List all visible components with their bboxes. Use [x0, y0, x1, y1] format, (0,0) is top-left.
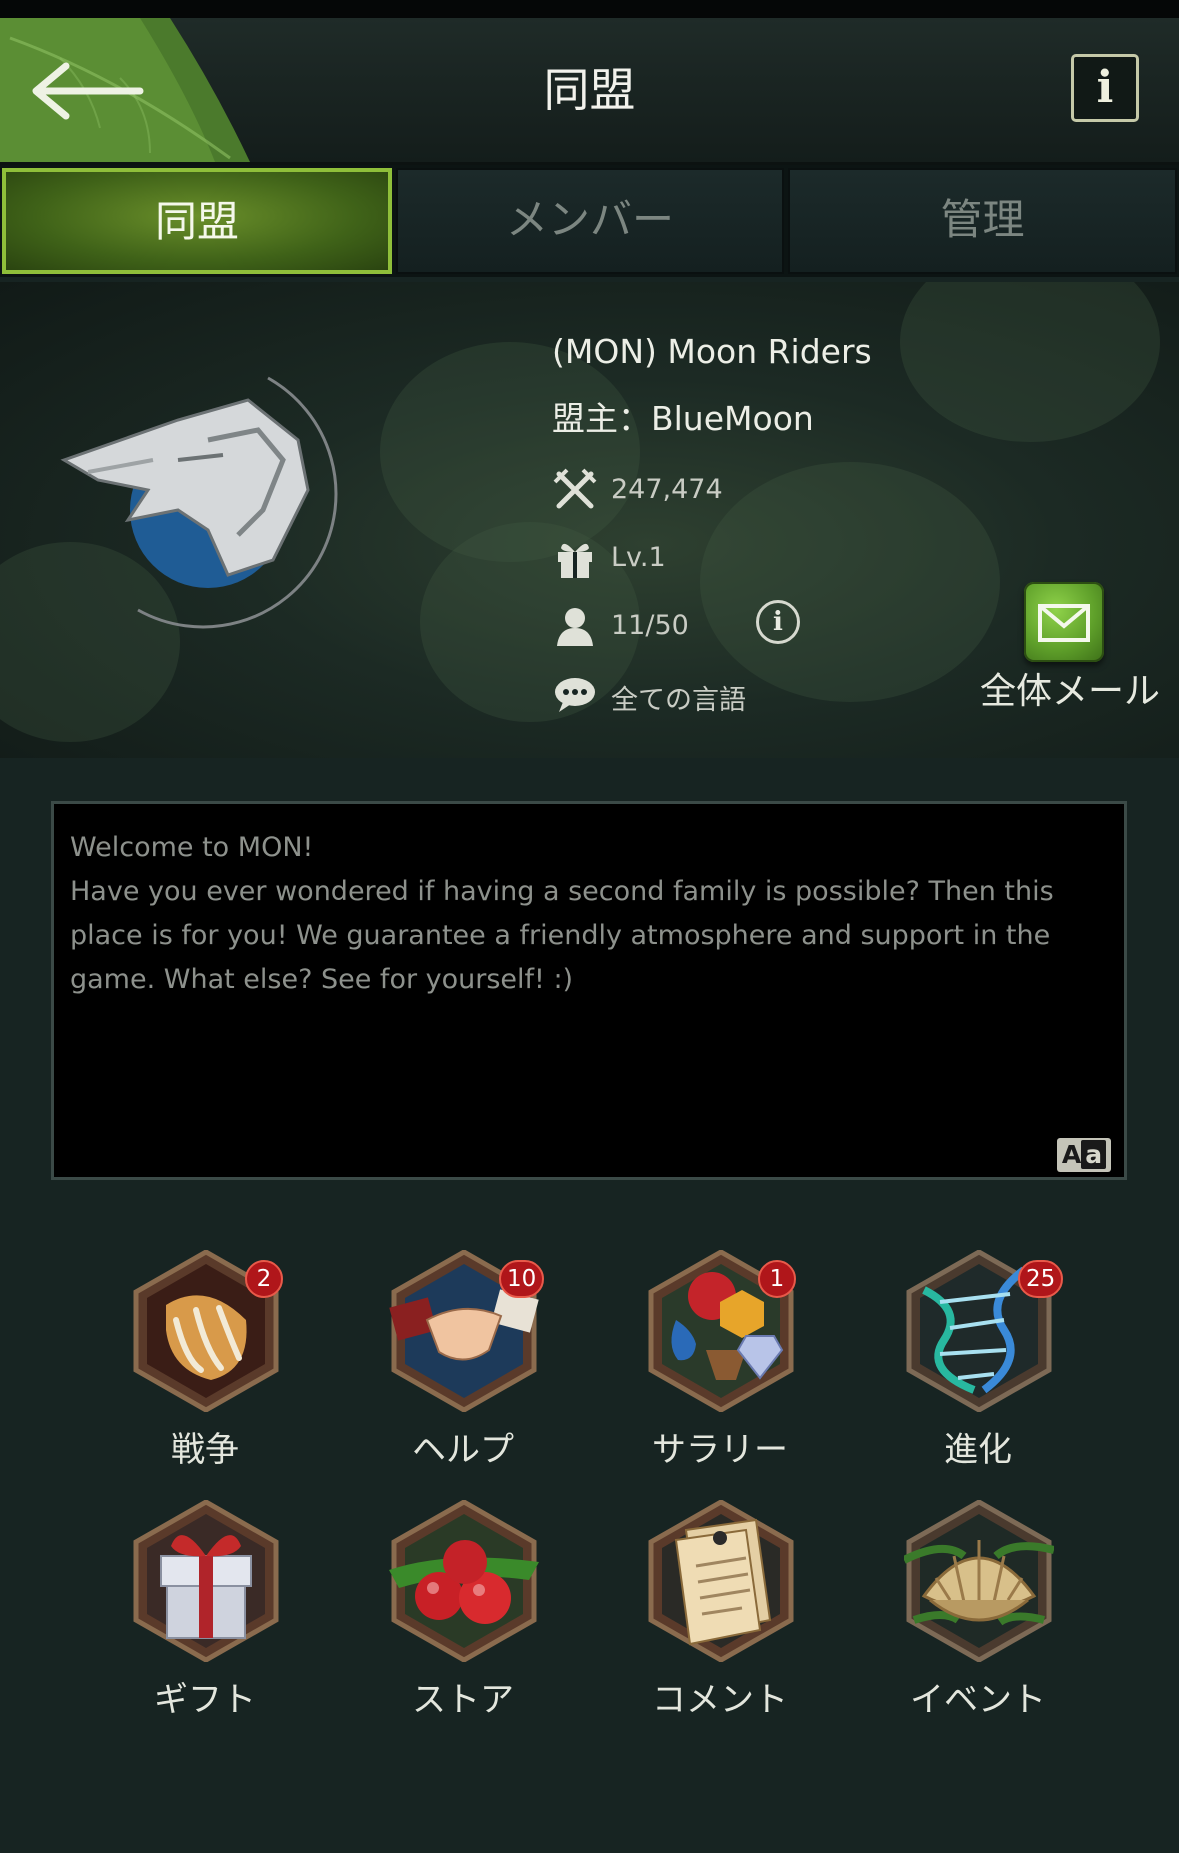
notification-badge: 10: [499, 1260, 545, 1298]
alliance-level: Lv.1: [611, 542, 666, 573]
translate-icon-a: A: [1061, 1140, 1082, 1169]
feature-evolution[interactable]: 25 進化: [868, 1250, 1088, 1480]
feature-label: コメント: [652, 1680, 788, 1720]
notification-badge: 2: [245, 1260, 283, 1298]
alliance-name: (MON) Moon Riders: [552, 332, 872, 371]
feature-war[interactable]: 2 戦争: [95, 1250, 315, 1480]
alliance-language: 全ての言語: [611, 685, 746, 716]
tab-members[interactable]: メンバー: [396, 168, 784, 274]
mail-icon: [1024, 582, 1104, 662]
feature-label: 戦争: [171, 1430, 239, 1470]
alliance-description-box: Welcome to MON! Have you ever wondered i…: [51, 801, 1127, 1180]
feature-gift[interactable]: ギフト: [95, 1500, 315, 1730]
feature-salary[interactable]: 1 サラリー: [610, 1250, 830, 1480]
mass-mail-label: 全体メール: [979, 671, 1160, 712]
chat-bubble-icon: [555, 678, 595, 712]
notification-badge: 1: [758, 1260, 796, 1298]
back-button[interactable]: [22, 58, 152, 124]
feature-label: ギフト: [154, 1680, 256, 1720]
crossed-swords-icon: [553, 468, 597, 509]
alliance-members-count: 11/50: [611, 610, 689, 641]
tab-management[interactable]: 管理: [788, 168, 1177, 274]
arrow-left-icon: [32, 62, 144, 120]
apples-icon: [389, 1500, 539, 1662]
notepad-icon: [648, 1500, 794, 1662]
translate-button[interactable]: Aa: [1057, 1138, 1111, 1172]
shell-icon: [904, 1500, 1054, 1662]
info-icon: i: [1096, 62, 1114, 113]
gift-box-icon: [133, 1500, 279, 1662]
feature-label: イベント: [910, 1680, 1046, 1720]
feature-help[interactable]: 10 ヘルプ: [353, 1250, 573, 1480]
mass-mail-button[interactable]: 全体メール: [970, 582, 1170, 732]
status-bar: [0, 0, 1179, 18]
feature-store[interactable]: ストア: [353, 1500, 573, 1730]
info-button[interactable]: i: [1071, 54, 1139, 122]
feature-label: ヘルプ: [412, 1430, 514, 1470]
top-bar: 同盟 i: [0, 18, 1179, 165]
person-icon: [557, 608, 593, 646]
translate-icon-b: a: [1081, 1140, 1107, 1169]
alliance-leader: 盟主：BlueMoon: [552, 399, 814, 438]
feature-label: サラリー: [652, 1430, 788, 1470]
feature-comments[interactable]: コメント: [610, 1500, 830, 1730]
gift-icon: [558, 543, 592, 578]
feature-event[interactable]: イベント: [868, 1500, 1088, 1730]
alliance-emblem-icon: [60, 376, 338, 629]
member-info-button[interactable]: i: [756, 600, 800, 644]
alliance-description-text: Welcome to MON! Have you ever wondered i…: [70, 832, 1054, 995]
alliance-info-panel: (MON) Moon Riders 盟主：BlueMoon 247,474 Lv…: [0, 282, 1179, 758]
feature-label: ストア: [412, 1680, 514, 1720]
notification-badge: 25: [1018, 1260, 1064, 1298]
alliance-power: 247,474: [611, 474, 723, 505]
tab-bar: 同盟 メンバー 管理: [0, 165, 1179, 277]
feature-label: 進化: [944, 1430, 1012, 1470]
tab-alliance[interactable]: 同盟: [2, 168, 392, 274]
